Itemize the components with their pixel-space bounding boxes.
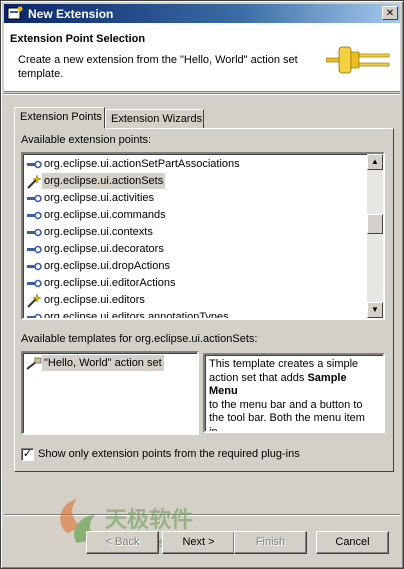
svg-text:天极软件: 天极软件 (105, 507, 193, 533)
scroll-thumb[interactable] (367, 214, 383, 234)
wizard-extension-icon (27, 293, 42, 308)
page-description: Create a new extension from the "Hello, … (18, 54, 298, 80)
template-description-text: This template creates a simple action set… (209, 358, 373, 433)
extension-point-icon (27, 279, 42, 288)
extension-point-row-label: org.eclipse.ui.editorActions (44, 277, 176, 289)
tab-extension-wizards[interactable]: Extension Wizards (105, 109, 204, 129)
wizard-header: Extension Point Selection Create a new e… (4, 23, 400, 92)
extension-point-icon (27, 245, 42, 254)
window-title: New Extension (28, 7, 114, 21)
description-text: to the menu bar and a button to (209, 398, 363, 411)
description-line: This template creates a simple (209, 358, 373, 372)
extension-point-row-label: org.eclipse.ui.contexts (44, 226, 153, 238)
filter-checkbox-label[interactable]: Show only extension points from the requ… (38, 448, 300, 460)
description-text: the tool bar. Both the menu item in (209, 412, 365, 433)
extension-points-scrollbar[interactable]: ▲ ▼ (367, 154, 383, 318)
scroll-up-button[interactable]: ▲ (367, 154, 383, 170)
extension-points-list[interactable]: ▲ ▼ org.eclipse.ui.actionSetPartAssociat… (21, 152, 385, 320)
tab-extension-points[interactable]: Extension Points (14, 107, 105, 129)
templates-list[interactable]: "Hello, World" action set (21, 351, 199, 435)
description-text: action set that adds (209, 371, 308, 384)
extension-point-row-label: org.eclipse.ui.editors.annotationTypes (44, 311, 229, 320)
close-icon: ✕ (385, 8, 395, 19)
extension-point-row-label: org.eclipse.ui.dropActions (44, 260, 170, 272)
plug-icon (326, 46, 390, 74)
page-title: Extension Point Selection (10, 33, 146, 45)
scroll-down-button[interactable]: ▼ (367, 302, 383, 318)
tab-label: Extension Wizards (111, 113, 203, 125)
new-extension-icon (7, 6, 23, 20)
title-bar: New Extension ✕ (4, 4, 400, 23)
template-icon (26, 356, 42, 370)
new-extension-window: New Extension ✕ Extension Point Selectio… (0, 0, 404, 569)
next-button[interactable]: Next > (162, 531, 235, 554)
templates-label: Available templates for org.eclipse.ui.a… (21, 333, 258, 345)
check-mark-icon: ✓ (22, 448, 33, 460)
extension-point-icon (27, 228, 42, 237)
template-row-label: "Hello, World" action set (42, 355, 164, 371)
cancel-button[interactable]: Cancel (316, 531, 389, 554)
description-line: to the menu bar and a button to (209, 399, 373, 413)
back-button[interactable]: < Back (86, 531, 159, 554)
finish-button[interactable]: Finish (234, 531, 307, 554)
header-separator (4, 93, 400, 95)
extension-point-row-label: org.eclipse.ui.actionSets (42, 173, 166, 189)
extension-point-icon (27, 313, 42, 318)
filter-checkbox[interactable]: ✓ (21, 448, 34, 461)
extension-point-row-label: org.eclipse.ui.commands (44, 209, 166, 221)
extension-point-icon (27, 262, 42, 271)
extension-points-label: Available extension points: (21, 134, 152, 146)
description-text: This template creates a simple (209, 358, 359, 370)
tab-label: Extension Points (20, 111, 102, 123)
extension-point-row-label: org.eclipse.ui.editors (44, 294, 145, 306)
extension-point-icon (27, 211, 42, 220)
close-button[interactable]: ✕ (382, 6, 398, 20)
extension-point-icon (27, 160, 42, 169)
wizard-extension-icon (27, 174, 42, 189)
extension-point-row-label: org.eclipse.ui.actionSetPartAssociations (44, 158, 240, 170)
extension-point-icon (27, 194, 42, 203)
description-line: action set that adds Sample Menu (209, 372, 373, 399)
template-description: This template creates a simple action set… (203, 353, 385, 433)
extension-point-row-label: org.eclipse.ui.decorators (44, 243, 164, 255)
extension-point-row-label: org.eclipse.ui.activities (44, 192, 155, 204)
description-line: the tool bar. Both the menu item in (209, 412, 373, 433)
